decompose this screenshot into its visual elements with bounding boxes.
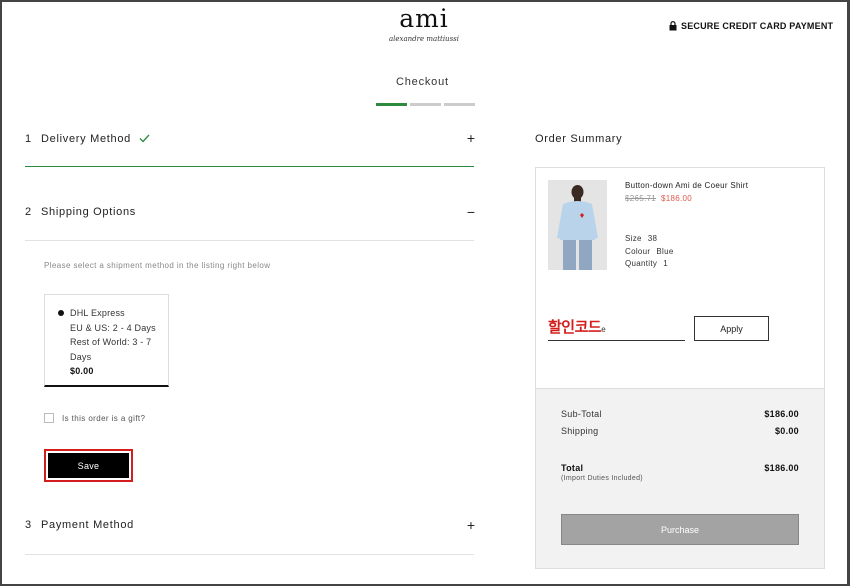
- carrier-name: DHL Express: [70, 308, 125, 318]
- logo-tagline: alexandre mattiussi: [389, 35, 459, 43]
- order-summary-panel: Button-down Ami de Coeur Shirt $265.71 $1…: [535, 167, 825, 569]
- gift-label: Is this order is a gift?: [62, 413, 146, 423]
- shipping-cost-value: $0.00: [774, 426, 799, 436]
- check-icon: [139, 132, 150, 146]
- promo-overlay-label: 할인코드: [548, 319, 602, 336]
- secure-payment-label: SECURE CREDIT CARD PAYMENT: [681, 21, 834, 31]
- subtotal-row: Sub-Total $186.00: [561, 409, 799, 419]
- radio-selected-icon[interactable]: [58, 310, 64, 316]
- product-attributes: Size 38 Colour Blue Quantity 1: [625, 233, 674, 271]
- original-price: $265.71: [625, 194, 657, 203]
- delivery-method-header[interactable]: 1 Delivery Method: [25, 132, 475, 146]
- order-summary-title: Order Summary: [535, 133, 623, 145]
- shipping-option-dhl[interactable]: DHL Express EU & US: 2 - 4 Days Rest of …: [44, 294, 169, 387]
- product-price: $265.71 $186.00: [625, 194, 692, 203]
- shipping-hint: Please select a shipment method in the l…: [44, 261, 271, 270]
- section-divider: [25, 166, 474, 167]
- save-button[interactable]: Save: [48, 453, 129, 478]
- shipping-row: Shipping $0.00: [561, 426, 799, 436]
- colour-label: Colour: [625, 246, 651, 256]
- size-value: 38: [647, 234, 658, 243]
- progress-step-3: [444, 103, 475, 106]
- colour-value: Blue: [656, 246, 674, 256]
- apply-promo-button[interactable]: Apply: [694, 316, 769, 341]
- section-title: Delivery Method: [41, 133, 131, 145]
- section-number: 1: [25, 133, 32, 145]
- sale-price: $186.00: [661, 194, 693, 203]
- product-image[interactable]: [548, 180, 607, 270]
- eu-us-delivery-time: EU & US: 2 - 4 Days: [70, 322, 156, 333]
- rest-of-world-delivery-time: Rest of World: 3 - 7: [70, 337, 152, 347]
- lock-icon: [669, 21, 677, 31]
- gift-option[interactable]: Is this order is a gift?: [44, 413, 145, 423]
- collapse-icon[interactable]: −: [467, 204, 475, 220]
- section-divider: [25, 240, 474, 241]
- shipping-option-details: DHL Express EU & US: 2 - 4 Days Rest of …: [70, 306, 165, 379]
- promo-code-field[interactable]: 할인코드e: [548, 316, 606, 337]
- total-label: Total: [561, 463, 584, 473]
- logo-wordmark: ami: [399, 4, 449, 33]
- section-number: 2: [25, 206, 32, 218]
- subtotal-label: Sub-Total: [561, 409, 602, 419]
- payment-method-header[interactable]: 3 Payment Method: [25, 519, 475, 531]
- brand-logo[interactable]: ami alexandre mattiussi: [385, 5, 463, 45]
- subtotal-value: $186.00: [764, 409, 799, 419]
- secure-payment-notice: SECURE CREDIT CARD PAYMENT: [669, 21, 833, 31]
- section-number: 3: [25, 519, 32, 531]
- progress-step-1: [376, 103, 407, 106]
- section-title: Shipping Options: [41, 206, 136, 218]
- purchase-button[interactable]: Purchase: [561, 514, 799, 545]
- total-value: $186.00: [764, 463, 799, 473]
- section-title: Payment Method: [41, 519, 134, 531]
- progress-step-2: [410, 103, 441, 106]
- product-name[interactable]: Button-down Ami de Coeur Shirt: [625, 181, 748, 190]
- section-divider: [25, 554, 474, 555]
- shipping-price: $0.00: [70, 366, 94, 376]
- shipping-cost-label: Shipping: [561, 426, 599, 436]
- total-row: Total $186.00: [561, 463, 799, 473]
- shipping-options-section[interactable]: 2 Shipping Options −: [25, 204, 475, 220]
- checkout-progress: [376, 103, 475, 106]
- total-note: (Import Duties Included): [561, 475, 643, 482]
- size-label: Size: [625, 234, 642, 243]
- quantity-value: 1: [663, 259, 668, 268]
- gift-checkbox[interactable]: [44, 413, 54, 423]
- promo-input-underline: [548, 340, 685, 341]
- shipping-options-header[interactable]: 2 Shipping Options: [25, 206, 475, 218]
- delivery-method-section[interactable]: 1 Delivery Method +: [25, 130, 475, 146]
- promo-placeholder-tail: e: [601, 325, 606, 334]
- expand-icon[interactable]: +: [467, 517, 475, 533]
- save-button-highlight: Save: [44, 449, 133, 482]
- payment-method-section[interactable]: 3 Payment Method +: [25, 517, 475, 533]
- rest-of-world-delivery-time-cont: Days: [70, 351, 92, 362]
- expand-icon[interactable]: +: [467, 130, 475, 146]
- totals-panel: Sub-Total $186.00 Shipping $0.00 Total $…: [536, 388, 824, 568]
- page-title: Checkout: [396, 76, 449, 88]
- quantity-label: Quantity: [625, 259, 658, 268]
